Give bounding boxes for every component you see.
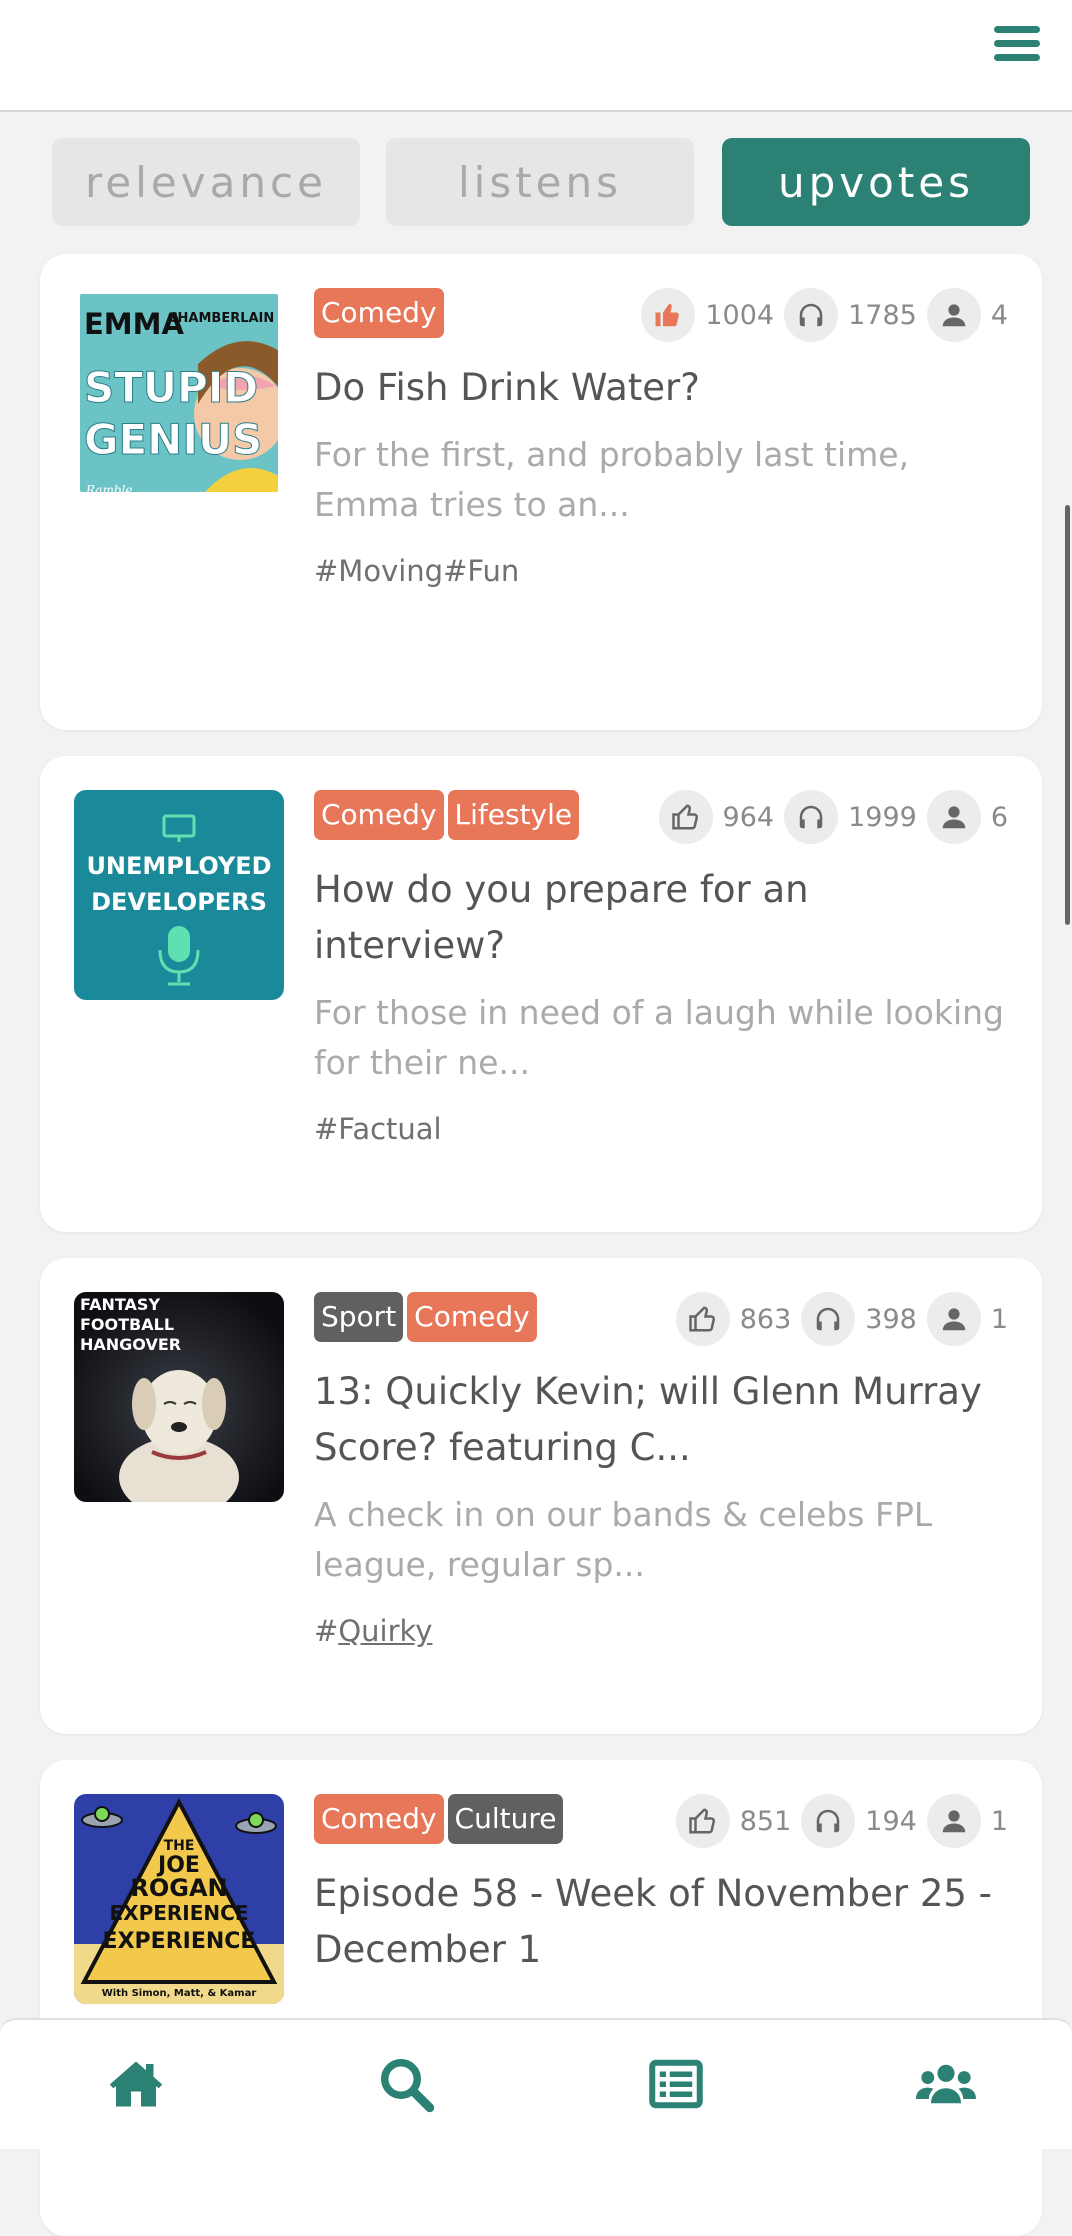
search-icon[interactable] (376, 2054, 436, 2114)
cover-text-3: HANGOVER (80, 1335, 181, 1354)
podcast-cover[interactable]: EMMA CHAMBERLAIN STUPID GENIUS Ramble (80, 294, 278, 492)
podcast-card[interactable]: UNEMPLOYED DEVELOPERS Comedy Lifestyle 96… (40, 756, 1042, 1232)
subscriber-count: 1 (990, 1303, 1008, 1335)
podcast-stats: 851 194 1 (666, 1794, 1008, 1848)
podcast-stats: 1004 1785 4 (631, 288, 1008, 342)
episode-description: For those in need of a laugh while looki… (314, 993, 1005, 1082)
subscriber-count: 1 (990, 1805, 1008, 1837)
listen-count: 194 (865, 1805, 917, 1837)
tags-row: Comedy Lifestyle 964 1999 6 (314, 790, 1008, 844)
episode-hashtags[interactable]: #Moving#Fun (314, 554, 1008, 588)
subscriber-count: 6 (990, 801, 1008, 833)
listen-count: 1999 (848, 801, 917, 833)
genre-badge[interactable]: Comedy (314, 1794, 444, 1844)
tags-row: Comedy 1004 1785 4 (314, 288, 1008, 342)
podcast-info: Comedy 1004 1785 4 Do Fish Drink Water? … (314, 288, 1008, 588)
podcast-cover[interactable]: UNEMPLOYED DEVELOPERS (74, 790, 284, 1000)
users-icon[interactable] (916, 2054, 976, 2114)
cover-text-6: With Simon, Matt, & Kamar (102, 1988, 257, 1999)
podcast-cover[interactable]: FANTASY FOOTBALL HANGOVER (74, 1292, 284, 1502)
hamburger-menu-icon[interactable] (994, 26, 1040, 66)
home-icon[interactable] (106, 2054, 166, 2114)
podcast-info: Comedy Lifestyle 964 1999 6 How do you p… (314, 790, 1008, 1146)
genre-badge[interactable]: Comedy (314, 288, 444, 338)
episode-title[interactable]: How do you prepare for an interview? (314, 862, 1008, 974)
genre-badge[interactable]: Culture (447, 1794, 564, 1844)
upvote-count: 1004 (705, 299, 775, 331)
podcast-card[interactable]: THE JOE ROGAN EXPERIENCE EXPERIENCE With… (40, 1760, 1042, 2236)
cover-text-2: DEVELOPERS (91, 888, 267, 916)
episode-hashtags[interactable]: #Factual (314, 1112, 1008, 1146)
upvote-count: 851 (739, 1805, 792, 1837)
episode-hashtags: #Quirky (314, 1614, 1008, 1648)
thumbs-up-icon[interactable] (675, 1292, 730, 1346)
genre-badge[interactable]: Comedy (407, 1292, 537, 1342)
user-icon (926, 288, 981, 342)
cover-text-1: FANTASY (80, 1295, 160, 1314)
headphones-icon (801, 1292, 856, 1346)
listen-count: 1785 (848, 299, 917, 331)
list-icon[interactable] (646, 2054, 706, 2114)
cover-text-1: UNEMPLOYED (86, 852, 271, 880)
thumbs-up-icon[interactable] (641, 288, 696, 342)
user-icon (926, 1292, 981, 1346)
subscriber-count: 4 (990, 299, 1008, 331)
upvote-count: 863 (739, 1303, 792, 1335)
podcast-info: Sport Comedy 863 398 1 13: Quickly Kevin… (314, 1292, 1008, 1648)
headphones-icon (784, 288, 839, 342)
user-icon (926, 1794, 981, 1848)
episode-description: A check in on our bands & celebs FPL lea… (314, 1495, 933, 1584)
genre-badge[interactable]: Comedy (314, 790, 444, 840)
scrollbar[interactable] (1065, 505, 1070, 925)
sort-tab-listens[interactable]: listens (386, 138, 694, 226)
tags-row: Sport Comedy 863 398 1 (314, 1292, 1008, 1346)
hashtag-link[interactable]: Quirky (338, 1614, 432, 1648)
podcast-card[interactable]: FANTASY FOOTBALL HANGOVER Sport Comedy 8… (40, 1258, 1042, 1734)
sort-tabs: relevance listens upvotes (52, 138, 1030, 226)
cover-text-2: FOOTBALL (80, 1315, 174, 1334)
episode-title[interactable]: Episode 58 - Week of November 25 - Decem… (314, 1866, 1008, 1978)
cover-text-4: EXPERIENCE (110, 1901, 249, 1925)
episode-title[interactable]: 13: Quickly Kevin; will Glenn Murray Sco… (314, 1364, 1008, 1476)
headphones-icon (801, 1794, 856, 1848)
podcast-stats: 964 1999 6 (649, 790, 1008, 844)
cover-text-1: THE (164, 1838, 195, 1854)
episode-title[interactable]: Do Fish Drink Water? (314, 360, 1008, 416)
podcast-info: Comedy Culture 851 194 1 Episode 58 - We… (314, 1794, 1008, 1978)
sort-tab-relevance[interactable]: relevance (52, 138, 360, 226)
podcast-cover[interactable]: THE JOE ROGAN EXPERIENCE EXPERIENCE With… (74, 1794, 284, 2004)
bottom-navigation (0, 2018, 1072, 2149)
headphones-icon (784, 790, 839, 844)
cover-art-joe-rogan-experience-experience: THE JOE ROGAN EXPERIENCE EXPERIENCE With… (74, 1794, 284, 2004)
upvote-count: 964 (722, 801, 775, 833)
thumbs-up-icon[interactable] (675, 1794, 730, 1848)
cover-text-3: ROGAN (130, 1874, 227, 1902)
episode-description: For the first, and probably last time, E… (314, 435, 910, 524)
cover-text-2: CHAMBERLAIN (168, 311, 274, 326)
cover-text-4: GENIUS (84, 415, 262, 464)
top-app-bar (0, 0, 1072, 112)
podcast-stats: 863 398 1 (666, 1292, 1008, 1346)
podcast-card[interactable]: EMMA CHAMBERLAIN STUPID GENIUS Ramble Co… (40, 254, 1042, 730)
cover-art-unemployed-developers: UNEMPLOYED DEVELOPERS (74, 790, 284, 1000)
genre-badge[interactable]: Lifestyle (447, 790, 580, 840)
cover-text-3: STUPID (84, 363, 258, 412)
tags-row: Comedy Culture 851 194 1 (314, 1794, 1008, 1848)
sort-tab-upvotes[interactable]: upvotes (722, 138, 1030, 226)
listen-count: 398 (865, 1303, 917, 1335)
cover-art-stupid-genius: EMMA CHAMBERLAIN STUPID GENIUS Ramble (80, 294, 278, 492)
cover-text-5: Ramble (85, 483, 132, 492)
genre-badge[interactable]: Sport (314, 1292, 404, 1342)
thumbs-up-icon[interactable] (658, 790, 713, 844)
cover-art-fantasy-football-hangover: FANTASY FOOTBALL HANGOVER (74, 1292, 284, 1502)
cover-text-5: EXPERIENCE (103, 1929, 256, 1954)
user-icon (926, 790, 981, 844)
hashtag-prefix: # (314, 1614, 339, 1648)
